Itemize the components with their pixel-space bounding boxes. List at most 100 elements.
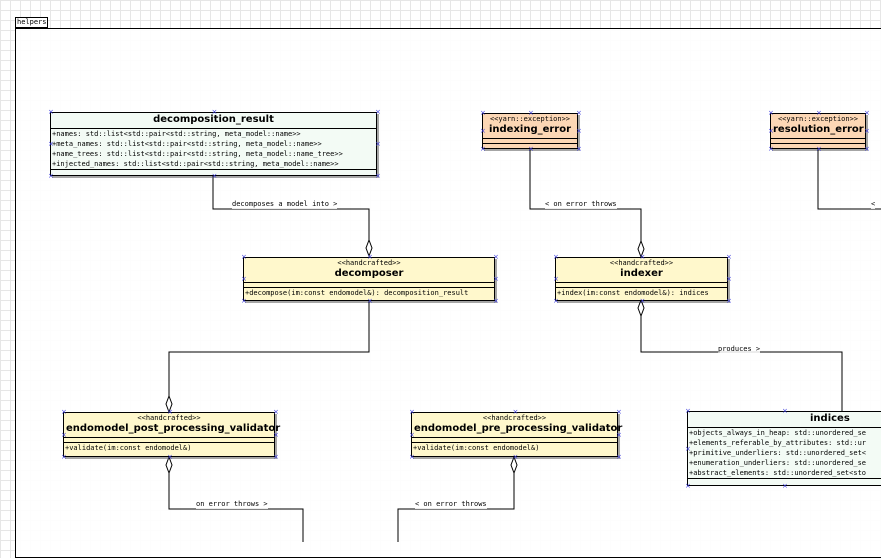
class-name: resolution_error xyxy=(773,124,864,135)
resize-handle[interactable]: × xyxy=(409,454,415,461)
label-indexer-throws: < on error throws xyxy=(545,200,617,209)
resize-handle[interactable]: × xyxy=(553,298,559,305)
attributes-section: +objects_always_in_heap: std::unordered_… xyxy=(688,428,881,479)
class-indexer[interactable]: <<handcrafted>> indexer +index(im:const … xyxy=(555,257,728,301)
attribute: +elements_referable_by_attributes: std::… xyxy=(689,439,867,447)
resize-handle[interactable]: × xyxy=(167,454,173,461)
resize-handle[interactable]: × xyxy=(528,146,534,153)
resize-handle[interactable]: × xyxy=(782,408,788,415)
resize-handle[interactable]: × xyxy=(726,276,732,283)
label-resolution-throws: < xyxy=(871,200,876,209)
resize-handle[interactable]: × xyxy=(409,431,415,438)
attribute: +names: std::list<std::pair<std::string,… xyxy=(52,130,301,138)
resize-handle[interactable]: × xyxy=(61,431,67,438)
resize-handle[interactable]: × xyxy=(576,128,582,135)
attribute: +meta_names: std::list<std::pair<std::st… xyxy=(52,140,322,148)
resize-handle[interactable]: × xyxy=(768,146,774,153)
resize-handle[interactable]: × xyxy=(513,454,519,461)
resize-handle[interactable]: × xyxy=(273,454,279,461)
resize-handle[interactable]: × xyxy=(493,276,499,283)
attribute: +objects_always_in_heap: std::unordered_… xyxy=(689,429,867,437)
resize-handle[interactable]: × xyxy=(367,298,373,305)
attribute: +injected_names: std::list<std::pair<std… xyxy=(52,160,339,168)
resize-handle[interactable]: × xyxy=(367,254,373,261)
resize-handle[interactable]: × xyxy=(685,408,691,415)
resize-handle[interactable]: × xyxy=(493,254,499,261)
resize-handle[interactable]: × xyxy=(273,431,279,438)
resize-handle[interactable]: × xyxy=(640,298,646,305)
resize-handle[interactable]: × xyxy=(616,431,622,438)
resize-handle[interactable]: × xyxy=(864,146,870,153)
resize-handle[interactable]: × xyxy=(528,110,534,117)
class-name: endomodel_pre_processing_validator xyxy=(414,423,623,434)
resize-handle[interactable]: × xyxy=(864,110,870,117)
resize-handle[interactable]: × xyxy=(685,483,691,490)
resize-handle[interactable]: × xyxy=(513,409,519,416)
class-name: endomodel_post_processing_validator xyxy=(66,423,281,434)
class-decomposer[interactable]: <<handcrafted>> decomposer +decompose(im… xyxy=(243,257,495,301)
label-post-throws: on error throws > xyxy=(196,500,268,509)
resize-handle[interactable]: × xyxy=(768,128,774,135)
diagram-canvas[interactable]: helpers decomposes a model into > < on e… xyxy=(0,0,881,558)
class-name: decomposer xyxy=(334,268,404,279)
resize-handle[interactable]: × xyxy=(375,109,381,116)
class-name: indexing_error xyxy=(488,124,572,135)
resize-handle[interactable]: × xyxy=(409,409,415,416)
resize-handle[interactable]: × xyxy=(167,409,173,416)
label-pre-throws: < on error throws xyxy=(415,500,487,509)
resize-handle[interactable]: × xyxy=(241,276,247,283)
resize-handle[interactable]: × xyxy=(553,276,559,283)
resize-handle[interactable]: × xyxy=(375,141,381,148)
class-resolution-error[interactable]: <<yarn::exception>> resolution_error xyxy=(770,113,866,149)
attributes-section: +names: std::list<std::pair<std::string,… xyxy=(51,129,376,170)
operations-section: +validate(im:const endomodel&) xyxy=(64,443,274,453)
resize-handle[interactable]: × xyxy=(48,109,54,116)
resize-handle[interactable]: × xyxy=(782,483,788,490)
attribute: +primitive_underliers: std::unordered_se… xyxy=(689,449,867,457)
resize-handle[interactable]: × xyxy=(616,454,622,461)
class-endomodel-pre-processing-validator[interactable]: <<handcrafted>> endomodel_pre_processing… xyxy=(411,412,623,457)
class-endomodel-post-processing-validator[interactable]: <<handcrafted>> endomodel_post_processin… xyxy=(63,412,281,457)
resize-handle[interactable]: × xyxy=(768,110,774,117)
resize-handle[interactable]: × xyxy=(816,146,822,153)
resize-handle[interactable]: × xyxy=(616,409,622,416)
resize-handle[interactable]: × xyxy=(212,109,218,116)
resize-handle[interactable]: × xyxy=(48,141,54,148)
edge-indexer-throws xyxy=(529,149,642,241)
attribute: +enumeration_underliers: std::unordered_… xyxy=(689,459,867,467)
class-indices[interactable]: indices +objects_always_in_heap: std::un… xyxy=(687,411,881,486)
resize-handle[interactable]: × xyxy=(576,146,582,153)
resize-handle[interactable]: × xyxy=(480,146,486,153)
resize-handle[interactable]: × xyxy=(726,298,732,305)
class-name: indexer xyxy=(620,268,663,279)
label-produces: produces > xyxy=(718,345,761,354)
attribute: +abstract_elements: std::unordered_set<s… xyxy=(689,469,867,477)
resize-handle[interactable]: × xyxy=(640,254,646,261)
resize-handle[interactable]: × xyxy=(480,110,486,117)
resize-handle[interactable]: × xyxy=(864,128,870,135)
resize-handle[interactable]: × xyxy=(273,409,279,416)
resize-handle[interactable]: × xyxy=(61,409,67,416)
resize-handle[interactable]: × xyxy=(48,173,54,180)
resize-handle[interactable]: × xyxy=(816,110,822,117)
edge-post-aggregation xyxy=(168,301,370,396)
operations-section: +validate(im:const endomodel&) xyxy=(412,443,617,453)
attribute: +name_trees: std::list<std::pair<std::st… xyxy=(52,150,343,158)
resize-handle[interactable]: × xyxy=(553,254,559,261)
label-decomposes: decomposes a model into > xyxy=(232,200,338,209)
resize-handle[interactable]: × xyxy=(576,110,582,117)
resize-handle[interactable]: × xyxy=(685,445,691,452)
class-indexing-error[interactable]: <<yarn::exception>> indexing_error xyxy=(482,113,578,149)
edge-produces xyxy=(640,316,843,411)
resize-handle[interactable]: × xyxy=(480,128,486,135)
resize-handle[interactable]: × xyxy=(241,254,247,261)
operation: +validate(im:const endomodel&) xyxy=(65,444,192,452)
resize-handle[interactable]: × xyxy=(375,173,381,180)
resize-handle[interactable]: × xyxy=(61,454,67,461)
class-decomposition-result[interactable]: decomposition_result +names: std::list<s… xyxy=(50,112,377,176)
resize-handle[interactable]: × xyxy=(726,254,732,261)
resize-handle[interactable]: × xyxy=(212,173,218,180)
operation: +validate(im:const endomodel&) xyxy=(413,444,540,452)
resize-handle[interactable]: × xyxy=(241,298,247,305)
resize-handle[interactable]: × xyxy=(493,298,499,305)
